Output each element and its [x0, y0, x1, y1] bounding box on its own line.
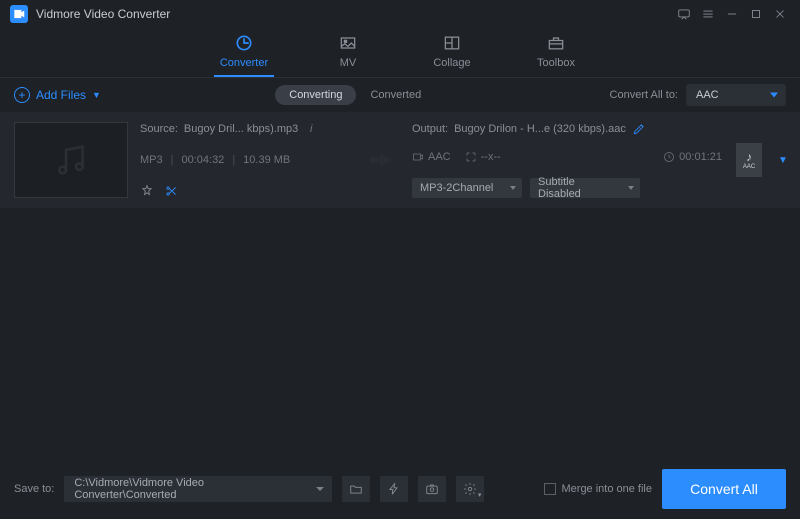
open-folder-button[interactable]: [342, 476, 370, 502]
duration-cell: 00:01:21: [663, 151, 722, 163]
segment-converted[interactable]: Converted: [356, 85, 435, 105]
feedback-icon[interactable]: [674, 4, 694, 24]
resolution-cell: --x--: [465, 151, 501, 163]
menu-icon[interactable]: [698, 4, 718, 24]
empty-area: [0, 208, 800, 459]
rename-pencil-icon[interactable]: [632, 122, 646, 136]
tab-toolbox[interactable]: Toolbox: [526, 33, 586, 77]
tab-label: Converter: [220, 57, 268, 69]
snapshot-button[interactable]: [418, 476, 446, 502]
collage-icon: [442, 33, 462, 53]
cut-scissors-icon[interactable]: [164, 184, 178, 198]
source-duration: 00:04:32: [181, 154, 224, 166]
tab-label: Toolbox: [537, 57, 575, 69]
app-logo-icon: [10, 5, 28, 23]
maximize-icon[interactable]: [746, 4, 766, 24]
convert-all-label: Convert All: [690, 481, 758, 497]
toolbox-icon: [546, 33, 566, 53]
convert-all-to-label: Convert All to:: [610, 89, 678, 101]
source-thumbnail[interactable]: [14, 122, 128, 198]
source-format: MP3: [140, 154, 163, 166]
minimize-icon[interactable]: [722, 4, 742, 24]
output-format-badge: AAC: [743, 164, 755, 170]
info-icon[interactable]: i: [304, 122, 318, 136]
close-icon[interactable]: [770, 4, 790, 24]
output-format-chevron-icon[interactable]: ▼: [776, 122, 786, 198]
file-item: Source: Bugoy Dril... kbps).mp3 i MP3 | …: [0, 112, 800, 208]
title-bar: Vidmore Video Converter: [0, 0, 800, 28]
clock-icon: [663, 151, 675, 163]
checkbox-icon: [544, 483, 556, 495]
chevron-down-icon: ▼: [92, 90, 101, 100]
expand-icon: [465, 151, 477, 163]
save-to-label: Save to:: [14, 483, 54, 495]
tab-label: Collage: [433, 57, 470, 69]
output-format-button[interactable]: ♪ AAC: [734, 122, 764, 198]
output-format: AAC: [428, 151, 451, 163]
add-files-button[interactable]: + Add Files ▼: [14, 87, 101, 103]
source-column: Source: Bugoy Dril... kbps).mp3 i MP3 | …: [140, 122, 348, 198]
source-label: Source:: [140, 123, 178, 135]
main-nav: Converter MV Collage Toolbox: [0, 28, 800, 78]
output-filename: Bugoy Drilon - H...e (320 kbps).aac: [454, 123, 626, 135]
source-filename: Bugoy Dril... kbps).mp3: [184, 123, 298, 135]
converter-icon: [234, 33, 254, 53]
output-duration: 00:01:21: [679, 151, 722, 163]
audio-channel-select[interactable]: MP3-2Channel: [412, 178, 522, 198]
plus-icon: +: [14, 87, 30, 103]
save-path-select[interactable]: C:\Vidmore\Vidmore Video Converter\Conve…: [64, 476, 332, 502]
mv-icon: [338, 33, 358, 53]
gpu-accel-button[interactable]: [380, 476, 408, 502]
source-size: 10.39 MB: [243, 154, 290, 166]
resolution: --x--: [481, 151, 501, 163]
subtitle-select[interactable]: Subtitle Disabled: [530, 178, 640, 198]
gear-icon: [463, 482, 477, 496]
output-label: Output:: [412, 123, 448, 135]
convert-all-format-select[interactable]: AAC: [686, 84, 786, 106]
status-segment: Converting Converted: [101, 85, 610, 105]
tab-collage[interactable]: Collage: [422, 33, 482, 77]
music-note-icon: ♪: [746, 150, 752, 164]
tab-converter[interactable]: Converter: [214, 33, 274, 77]
video-icon: [412, 151, 424, 163]
convert-all-button[interactable]: Convert All: [662, 469, 786, 509]
settings-button[interactable]: ▾: [456, 476, 484, 502]
add-files-label: Add Files: [36, 88, 86, 102]
save-path-value: C:\Vidmore\Vidmore Video Converter\Conve…: [74, 477, 306, 501]
merge-label: Merge into one file: [562, 483, 653, 495]
arrow-icon: [360, 122, 400, 198]
tab-label: MV: [340, 57, 357, 69]
output-format-cell: AAC: [412, 151, 451, 163]
select-value: AAC: [696, 89, 719, 101]
footer-bar: Save to: C:\Vidmore\Vidmore Video Conver…: [0, 459, 800, 519]
edit-star-icon[interactable]: [140, 184, 154, 198]
sub-toolbar: + Add Files ▼ Converting Converted Conve…: [0, 78, 800, 112]
merge-checkbox[interactable]: Merge into one file: [544, 483, 653, 495]
output-column: Output: Bugoy Drilon - H...e (320 kbps).…: [412, 122, 722, 198]
segment-converting[interactable]: Converting: [275, 85, 356, 105]
app-title: Vidmore Video Converter: [36, 7, 670, 21]
tab-mv[interactable]: MV: [318, 33, 378, 77]
